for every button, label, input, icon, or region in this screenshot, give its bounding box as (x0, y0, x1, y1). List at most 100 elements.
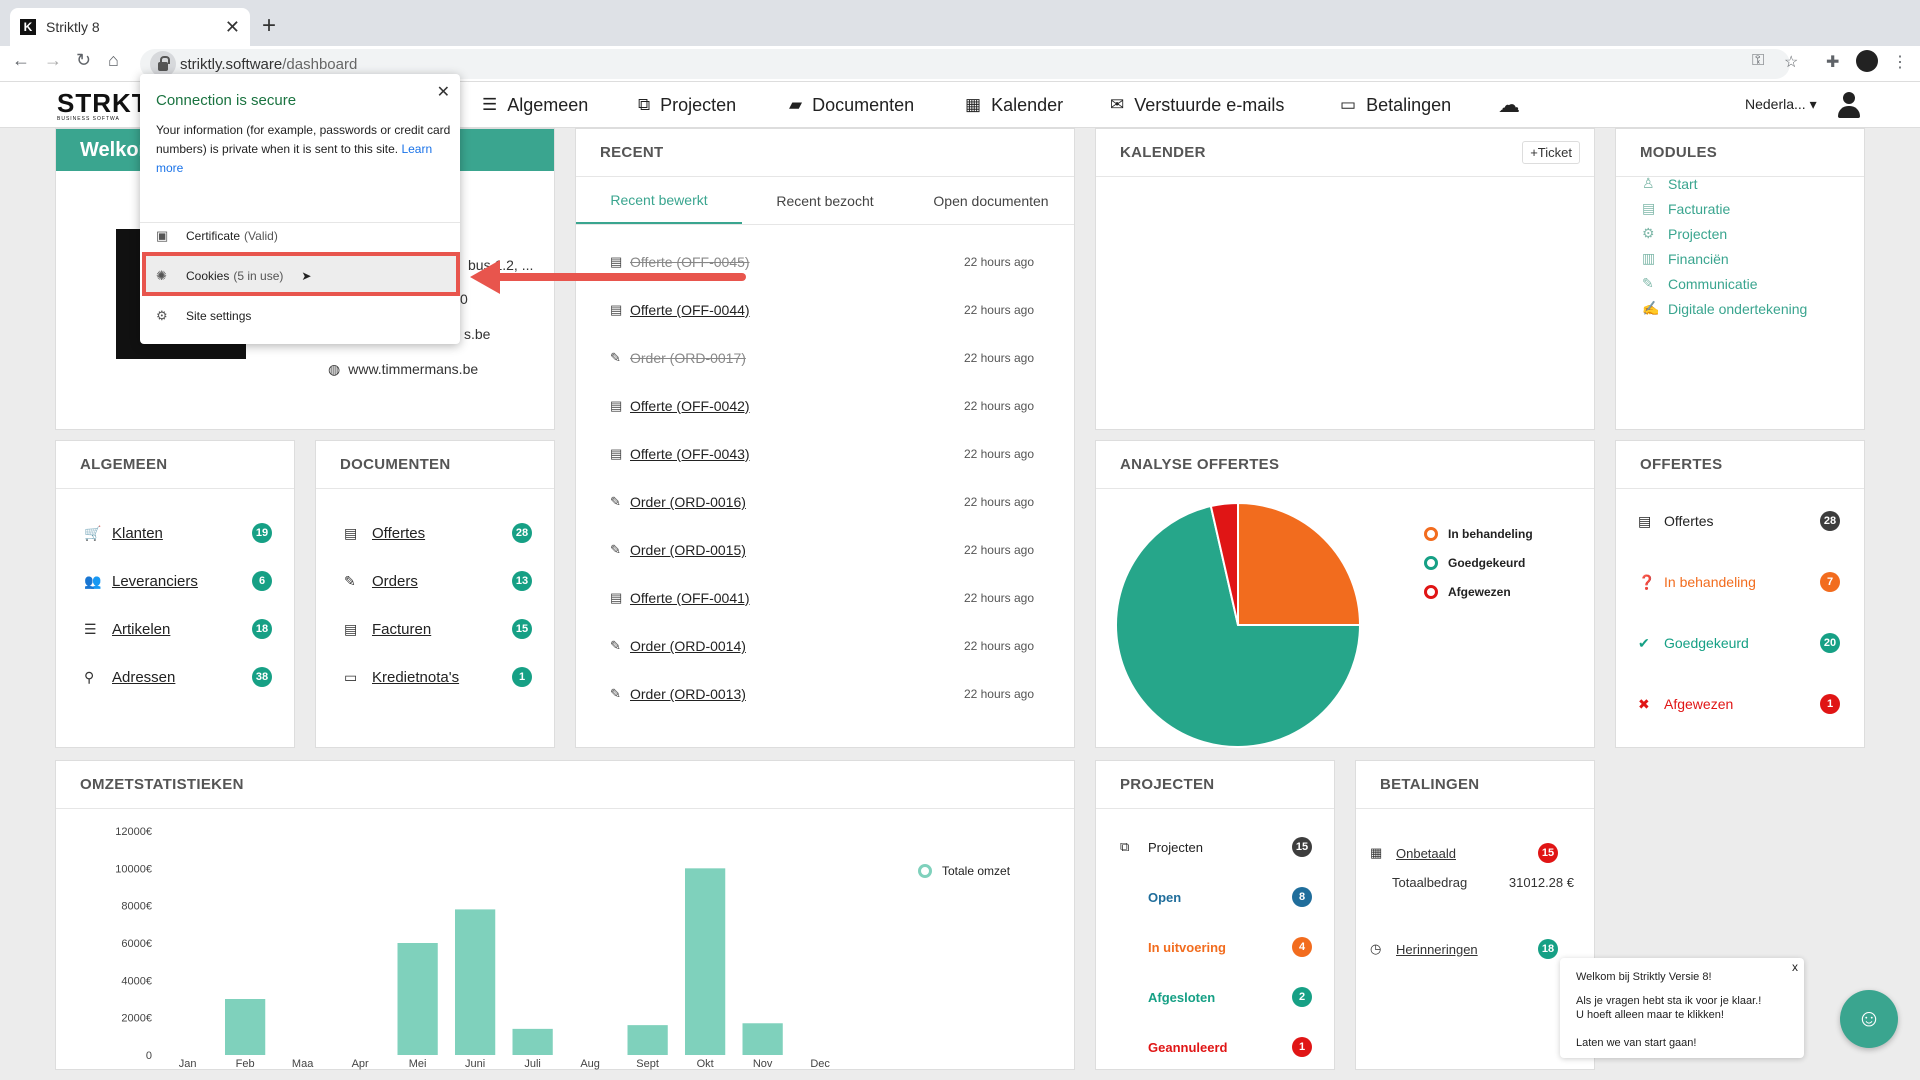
x-tick-label: Juli (524, 1058, 541, 1070)
documenten-kredietnotas[interactable]: ▭ Kredietnota's 1 (344, 667, 532, 687)
certificate-item[interactable]: ▣ Certificate (Valid) (156, 228, 278, 244)
cookies-item[interactable]: ✺ Cookies (5 in use) ➤ (156, 268, 311, 284)
recent-item[interactable]: ▤ Offerte (OFF-0045) 22 hours ago (610, 254, 1034, 270)
module-facturatie[interactable]: ▤ Facturatie (1642, 200, 1730, 217)
home-icon[interactable]: ⌂ (108, 50, 119, 71)
cookie-icon: ✺ (156, 268, 167, 283)
recent-item[interactable]: ▤ Offerte (OFF-0042) 22 hours ago (610, 398, 1034, 414)
projecten-open[interactable]: Open 8 (1148, 887, 1312, 907)
x-tick-label: Feb (236, 1058, 255, 1070)
extensions-icon[interactable]: ✚ (1826, 52, 1839, 72)
betalingen-herinneringen[interactable]: ◷ Herinneringen 18 (1370, 939, 1558, 959)
key-icon[interactable]: ⚿ (1752, 52, 1764, 70)
recent-item[interactable]: ✎ Order (ORD-0013) 22 hours ago (610, 686, 1034, 702)
profile-avatar[interactable] (1856, 50, 1878, 72)
recent-item[interactable]: ▤ Offerte (OFF-0044) 22 hours ago (610, 302, 1034, 318)
bar-sept[interactable] (627, 1025, 668, 1055)
chat-line: U hoeft alleen maar te klikken! (1576, 1009, 1724, 1021)
recent-tabs: Recent bewerkt Recent bezocht Open docum… (576, 177, 1074, 225)
close-icon[interactable]: ✕ (437, 82, 450, 102)
nav-betalingen[interactable]: ▭ Betalingen (1340, 82, 1451, 128)
tab-open-documenten[interactable]: Open documenten (908, 177, 1074, 224)
reload-icon[interactable]: ↻ (76, 50, 91, 71)
offertes-afgewezen[interactable]: ✖ Afgewezen 1 (1638, 694, 1840, 714)
offertes-total[interactable]: ▤ Offertes 28 (1638, 511, 1840, 531)
module-digitale-ondertekening[interactable]: ✍ Digitale ondertekening (1642, 300, 1807, 317)
close-tab-icon[interactable]: ✕ (225, 17, 240, 38)
documenten-facturen[interactable]: ▤ Facturen 15 (344, 619, 532, 639)
forward-icon[interactable]: → (44, 50, 62, 71)
x-tick-label: Mei (409, 1058, 427, 1070)
offertes-in-behandeling[interactable]: ❓ In behandeling 7 (1638, 572, 1840, 592)
language-select[interactable]: Nederla... ▾ (1745, 96, 1817, 113)
recent-item[interactable]: ▤ Offerte (OFF-0043) 22 hours ago (610, 446, 1034, 462)
recent-item[interactable]: ✎ Order (ORD-0017) 22 hours ago (610, 350, 1034, 366)
cloud-icon[interactable]: ☁ (1498, 82, 1520, 128)
module-communicatie[interactable]: ✎ Communicatie (1642, 275, 1757, 292)
pie-chart (1115, 501, 1362, 748)
bar-nov[interactable] (742, 1023, 783, 1055)
projecten-geannuleerd[interactable]: Geannuleerd 1 (1148, 1037, 1312, 1057)
website-link[interactable]: ◍ www.timmermans.be (328, 361, 478, 378)
documenten-offertes[interactable]: ▤ Offertes 28 (344, 523, 532, 543)
user-icon[interactable] (1838, 92, 1860, 118)
chat-bot-button[interactable]: ☺ (1840, 990, 1898, 1048)
module-financien[interactable]: ▥ Financiën (1642, 250, 1729, 267)
legend-goedgekeurd[interactable]: Goedgekeurd (1424, 556, 1525, 570)
tab-recent-bewerkt[interactable]: Recent bewerkt (576, 177, 742, 224)
bar-feb[interactable] (225, 999, 266, 1055)
gear-icon: ⚙ (156, 308, 168, 323)
legend-totale-omzet[interactable]: Totale omzet (918, 864, 1010, 878)
projecten-total[interactable]: ⧉ Projecten 15 (1120, 837, 1312, 857)
bar-okt[interactable] (685, 868, 726, 1055)
pie-slice-in-behandeling[interactable] (1237, 501, 1362, 626)
module-start[interactable]: ♙ Start (1642, 175, 1698, 192)
y-tick-label: 12000€ (115, 826, 152, 838)
offertes-card: OFFERTES ▤ Offertes 28 ❓ In behandeling 7 ✔ G… (1615, 440, 1865, 748)
algemeen-artikelen[interactable]: ☰ Artikelen 18 (84, 619, 272, 639)
new-tab-button[interactable]: + (262, 12, 276, 40)
bookmark-star-icon[interactable]: ☆ (1784, 52, 1798, 72)
projecten-afgesloten[interactable]: Afgesloten 2 (1148, 987, 1312, 1007)
bar-juni[interactable] (455, 909, 496, 1055)
recent-item[interactable]: ▤ Offerte (OFF-0041) 22 hours ago (610, 590, 1034, 606)
legend-in-behandeling[interactable]: In behandeling (1424, 527, 1533, 541)
nav-projecten[interactable]: ⧉ Projecten (638, 82, 736, 128)
legend-afgewezen[interactable]: Afgewezen (1424, 585, 1511, 599)
ticket-button[interactable]: +Ticket (1522, 141, 1580, 164)
offertes-title: OFFERTES (1616, 441, 1864, 489)
favicon: K (20, 19, 36, 35)
documenten-card: DOCUMENTEN ▤ Offertes 28 ✎ Orders 13 ▤ Factur… (315, 440, 555, 748)
documenten-orders[interactable]: ✎ Orders 13 (344, 571, 532, 591)
recent-item[interactable]: ✎ Order (ORD-0016) 22 hours ago (610, 494, 1034, 510)
algemeen-adressen[interactable]: ⚲ Adressen 38 (84, 667, 272, 687)
nav-verstuurde-emails[interactable]: ✉ Verstuurde e-mails (1110, 82, 1284, 128)
x-tick-label: Apr (352, 1058, 369, 1070)
tab-recent-bezocht[interactable]: Recent bezocht (742, 177, 908, 224)
module-projecten[interactable]: ⚙ Projecten (1642, 225, 1727, 242)
projecten-in-uitvoering[interactable]: In uitvoering 4 (1148, 937, 1312, 957)
nav-documenten[interactable]: ▰ Documenten (789, 82, 914, 128)
recent-title: RECENT (576, 129, 1074, 177)
menu-icon[interactable]: ⋮ (1892, 52, 1908, 72)
cursor-icon: ➤ (301, 269, 312, 283)
bar-juli[interactable] (512, 1028, 553, 1055)
browser-tab[interactable]: K Striktly 8 ✕ (10, 8, 250, 46)
algemeen-leveranciers[interactable]: 👥 Leveranciers 6 (84, 571, 272, 591)
recent-item[interactable]: ✎ Order (ORD-0014) 22 hours ago (610, 638, 1034, 654)
x-tick-label: Dec (810, 1058, 830, 1070)
algemeen-klanten[interactable]: 🛒 Klanten 19 (84, 523, 272, 543)
plus-icon: + (1530, 145, 1538, 160)
site-settings-item[interactable]: ⚙ Site settings (156, 308, 251, 324)
nav-kalender[interactable]: ▦ Kalender (965, 82, 1063, 128)
betalingen-onbetaald[interactable]: ▦ Onbetaald 15 (1370, 843, 1558, 863)
chat-close-icon[interactable]: x (1792, 960, 1798, 974)
credit-card-icon: ▭ (344, 668, 358, 685)
megaphone-icon: ✎ (1642, 275, 1654, 291)
offertes-goedgekeurd[interactable]: ✔ Goedgekeurd 20 (1638, 633, 1840, 653)
nav-algemeen[interactable]: ☰ Algemeen (482, 82, 588, 128)
recent-item[interactable]: ✎ Order (ORD-0015) 22 hours ago (610, 542, 1034, 558)
check-circle-icon: ✔ (1638, 634, 1650, 651)
bar-mei[interactable] (397, 943, 438, 1055)
back-icon[interactable]: ← (12, 50, 30, 71)
